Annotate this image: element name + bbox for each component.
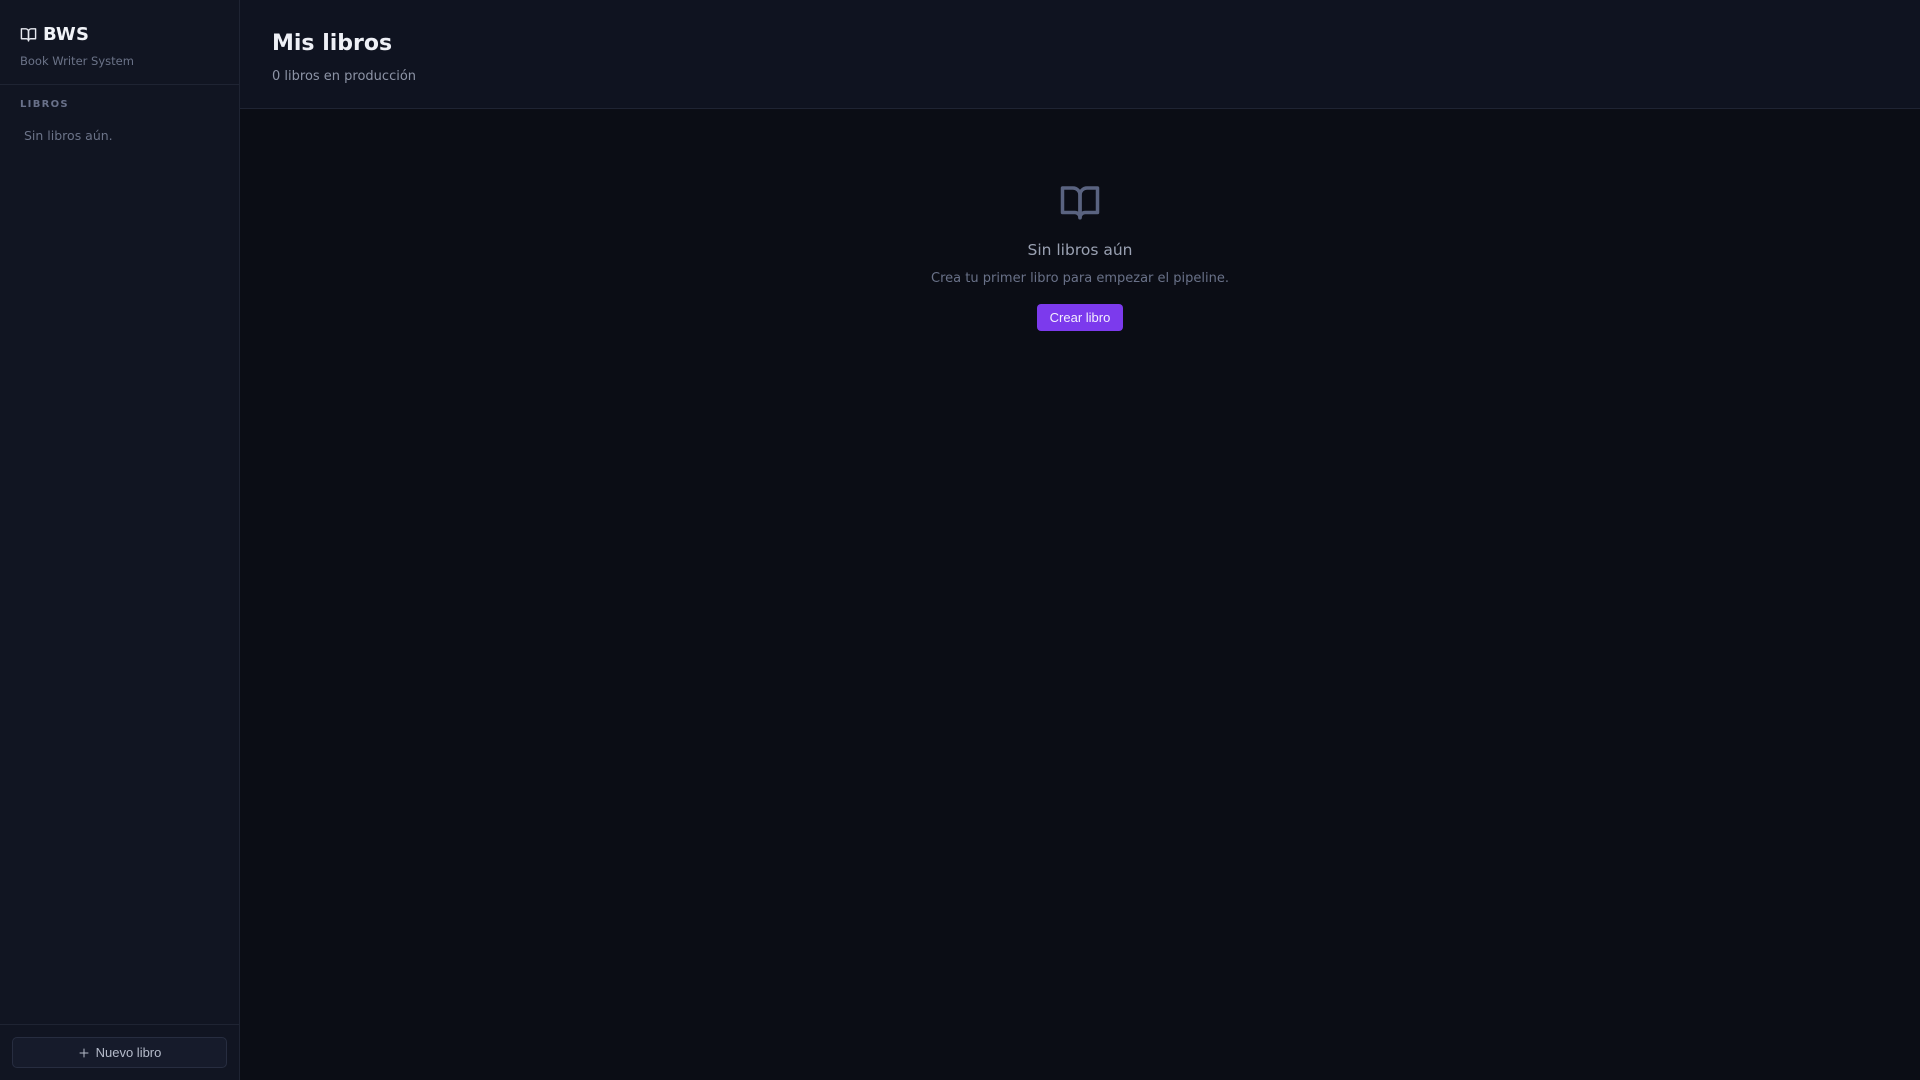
empty-state-description: Crea tu primer libro para empezar el pip… <box>931 271 1229 286</box>
brand-subtitle: Book Writer System <box>20 54 134 68</box>
new-book-button[interactable]: Nuevo libro <box>12 1037 227 1068</box>
sidebar: BWS Book Writer System LIBROS Sin libros… <box>0 0 240 1080</box>
book-open-icon <box>20 26 37 43</box>
empty-state-title: Sin libros aún <box>1027 241 1133 259</box>
create-book-button[interactable]: Crear libro <box>1036 304 1124 331</box>
main: Mis libros 0 libros en producción Sin li… <box>240 0 1920 1080</box>
app-root: BWS Book Writer System LIBROS Sin libros… <box>0 0 1920 1080</box>
brand-row: BWS <box>20 24 219 45</box>
sidebar-empty-text: Sin libros aún. <box>24 128 113 143</box>
page-title: Mis libros <box>272 31 393 56</box>
brand: BWS Book Writer System <box>0 0 239 85</box>
plus-icon <box>78 1047 90 1059</box>
new-book-button-label: Nuevo libro <box>95 1045 162 1060</box>
brand-name: BWS <box>43 24 90 45</box>
book-open-icon <box>1059 181 1101 223</box>
section-label-libros: LIBROS <box>20 99 69 110</box>
sidebar-footer: Nuevo libro <box>0 1024 239 1080</box>
empty-state: Sin libros aún Crea tu primer libro para… <box>240 109 1920 1080</box>
page-header: Mis libros 0 libros en producción <box>240 0 1920 109</box>
page-subtitle: 0 libros en producción <box>272 69 417 84</box>
